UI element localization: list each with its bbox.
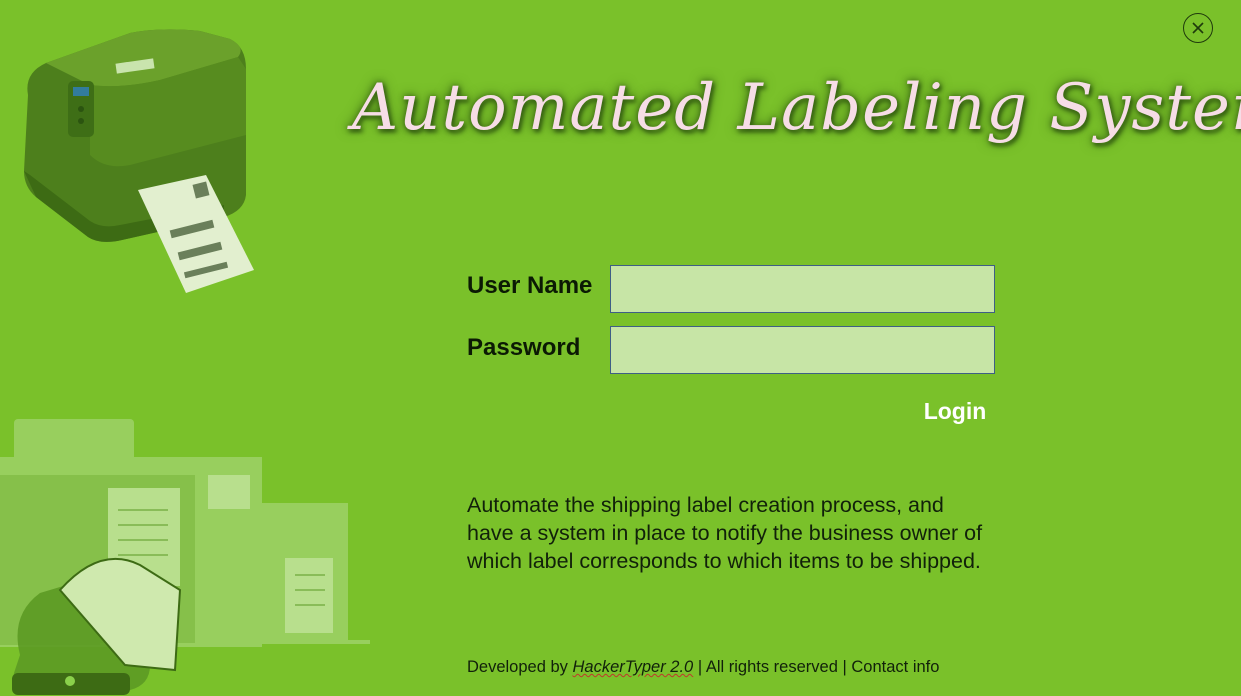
developer-name: HackerTyper 2.0 bbox=[572, 658, 694, 676]
username-label: User Name bbox=[467, 272, 593, 299]
footer-separator: | bbox=[842, 658, 847, 676]
shipping-boxes-illustration bbox=[0, 419, 370, 695]
rights-text: All rights reserved bbox=[705, 658, 838, 676]
contact-info-link[interactable]: Contact info bbox=[851, 658, 939, 676]
close-icon bbox=[1192, 22, 1204, 34]
close-button[interactable] bbox=[1183, 13, 1213, 43]
username-input[interactable] bbox=[610, 265, 995, 313]
developed-by-label: Developed by bbox=[467, 658, 568, 676]
description-line: have a system in place to notify the bus… bbox=[467, 521, 983, 545]
label-printer-illustration bbox=[24, 29, 254, 293]
login-button[interactable]: Login bbox=[915, 393, 995, 429]
footer-separator: | bbox=[697, 658, 703, 676]
password-input[interactable] bbox=[610, 326, 995, 374]
password-label: Password bbox=[467, 334, 581, 361]
footer: Developed by HackerTyper 2.0 | All right… bbox=[467, 655, 939, 679]
description-line: which label corresponds to which items t… bbox=[467, 549, 981, 573]
description-text: Automate the shipping label creation pro… bbox=[467, 491, 1007, 575]
description-line: Automate the shipping label creation pro… bbox=[467, 493, 944, 517]
app-title: Automated Labeling System bbox=[352, 71, 1241, 145]
